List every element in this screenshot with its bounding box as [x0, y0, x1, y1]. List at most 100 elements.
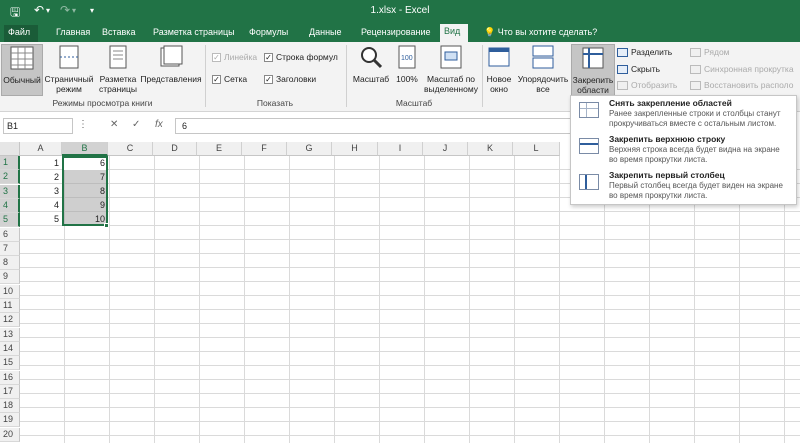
- normal-view-icon: [10, 46, 34, 70]
- row-header-16[interactable]: 16: [0, 370, 20, 385]
- split-icon: [617, 47, 628, 57]
- tab-file[interactable]: Файл: [4, 25, 38, 42]
- cell-b2[interactable]: 7: [62, 170, 108, 184]
- unfreeze-title: Снять закрепление областей: [609, 98, 732, 108]
- gridlines-checkbox[interactable]: ✓ Сетка: [212, 74, 247, 84]
- tab-home[interactable]: Главная: [52, 25, 94, 42]
- tab-view[interactable]: Вид: [440, 24, 468, 42]
- column-header-e[interactable]: E: [197, 142, 242, 156]
- cell-a2[interactable]: 2: [20, 170, 62, 184]
- row-header-2[interactable]: 2: [0, 170, 20, 185]
- svg-text:100: 100: [401, 55, 413, 62]
- unfreeze-panes-item[interactable]: Снять закрепление областей Ранее закрепл…: [571, 96, 796, 130]
- tab-review[interactable]: Рецензирование: [357, 25, 435, 42]
- headings-checkbox[interactable]: ✓ Заголовки: [264, 74, 316, 84]
- reset-position-icon: [690, 80, 701, 90]
- row-header-12[interactable]: 12: [0, 313, 20, 328]
- cell-b1[interactable]: 6: [62, 156, 108, 170]
- row-header-6[interactable]: 6: [0, 227, 20, 242]
- fx-icon[interactable]: fx: [155, 119, 163, 130]
- name-box[interactable]: B1: [3, 118, 73, 134]
- column-header-b[interactable]: B: [62, 142, 108, 156]
- tab-insert[interactable]: Вставка: [98, 25, 139, 42]
- cell-b4[interactable]: 9: [62, 198, 108, 212]
- tab-data[interactable]: Данные: [305, 25, 346, 42]
- row-header-17[interactable]: 17: [0, 384, 20, 399]
- normal-view-button[interactable]: Обычный: [1, 44, 43, 96]
- formula-bar-checkbox[interactable]: ✓ Строка формул: [264, 52, 338, 62]
- freeze-panes-button[interactable]: Закрепить области ▾: [571, 44, 615, 105]
- freeze-top-row-item[interactable]: Закрепить верхнюю строку Верхняя строка …: [571, 132, 796, 166]
- side-by-side-label: Рядом: [704, 47, 730, 57]
- column-header-i[interactable]: I: [378, 142, 423, 156]
- tell-me-search[interactable]: 💡 Что вы хотите сделать?: [480, 25, 601, 42]
- cancel-icon[interactable]: ✕: [110, 119, 118, 130]
- column-header-h[interactable]: H: [332, 142, 378, 156]
- row-header-20[interactable]: 20: [0, 427, 20, 442]
- row-header-3[interactable]: 3: [0, 184, 20, 199]
- column-header-l[interactable]: L: [513, 142, 560, 156]
- unfreeze-desc: Ранее закрепленные строки и столбцы стан…: [609, 109, 781, 128]
- ruler-checkbox[interactable]: ✓ Линейка: [212, 52, 257, 62]
- arrange-all-button[interactable]: Упорядочить все: [516, 44, 570, 94]
- row-header-13[interactable]: 13: [0, 327, 20, 342]
- zoom-100-button[interactable]: 100 100%: [394, 44, 420, 84]
- cell-a1[interactable]: 1: [20, 156, 62, 170]
- tab-formulas[interactable]: Формулы: [245, 25, 292, 42]
- row-header-8[interactable]: 8: [0, 256, 20, 271]
- reset-position-label: Восстановить располо: [704, 80, 794, 90]
- gridlines-label: Сетка: [224, 74, 248, 84]
- column-header-a[interactable]: A: [20, 142, 62, 156]
- freeze-panes-icon: [582, 47, 604, 69]
- column-header-c[interactable]: C: [108, 142, 153, 156]
- row-header-5[interactable]: 5: [0, 213, 20, 228]
- column-header-k[interactable]: K: [468, 142, 513, 156]
- new-window-button[interactable]: Новое окно: [484, 44, 514, 94]
- side-by-side-icon: [690, 47, 701, 57]
- row-header-4[interactable]: 4: [0, 198, 20, 213]
- select-all-corner[interactable]: [0, 142, 20, 156]
- custom-views-button[interactable]: Представления: [140, 44, 202, 84]
- row-header-15[interactable]: 15: [0, 356, 20, 371]
- sync-scroll-icon: [690, 64, 701, 74]
- row-header-9[interactable]: 9: [0, 270, 20, 285]
- column-header-j[interactable]: J: [423, 142, 468, 156]
- column-header-d[interactable]: D: [153, 142, 197, 156]
- cell-b5[interactable]: 10: [62, 212, 108, 226]
- sync-scroll-button[interactable]: Синхронная прокрутка: [690, 64, 794, 74]
- cell-a5[interactable]: 5: [20, 212, 62, 226]
- reset-position-button[interactable]: Восстановить располо: [690, 80, 793, 90]
- side-by-side-button[interactable]: Рядом: [690, 47, 730, 57]
- split-button[interactable]: Разделить: [617, 47, 672, 57]
- row-header-7[interactable]: 7: [0, 241, 20, 256]
- cell-b3[interactable]: 8: [62, 184, 108, 198]
- row-header-10[interactable]: 10: [0, 284, 20, 299]
- freeze-panes-label: Закрепить области: [572, 75, 614, 95]
- freeze-first-column-item[interactable]: Закрепить первый столбец Первый столбец …: [571, 168, 796, 202]
- unhide-button[interactable]: Отобразить: [617, 80, 677, 90]
- row-header-11[interactable]: 11: [0, 299, 20, 313]
- row-header-18[interactable]: 18: [0, 399, 20, 414]
- column-header-f[interactable]: F: [242, 142, 287, 156]
- enter-icon[interactable]: ✓: [132, 119, 140, 130]
- page-layout-view-button[interactable]: Разметка страницы: [96, 44, 140, 94]
- cell-a3[interactable]: 3: [20, 184, 62, 198]
- page-break-view-button[interactable]: Страничный режим: [44, 44, 94, 94]
- column-header-g[interactable]: G: [287, 142, 332, 156]
- hide-button[interactable]: Скрыть: [617, 64, 660, 74]
- ruler-label: Линейка: [224, 52, 258, 62]
- tab-page-layout[interactable]: Разметка страницы: [149, 25, 239, 42]
- freeze-first-column-desc: Первый столбец всегда будет виден на экр…: [609, 181, 783, 200]
- freeze-top-row-icon: [579, 138, 599, 154]
- checkbox-icon: ✓: [264, 52, 273, 62]
- row-header-19[interactable]: 19: [0, 413, 20, 428]
- zoom-button[interactable]: Масштаб: [350, 44, 392, 84]
- zoom-selection-icon: [440, 45, 462, 69]
- checkbox-icon: ✓: [264, 74, 273, 84]
- freeze-panes-menu: Снять закрепление областей Ранее закрепл…: [570, 95, 797, 205]
- cell-a4[interactable]: 4: [20, 198, 62, 212]
- row-header-1[interactable]: 1: [0, 156, 20, 170]
- row-header-14[interactable]: 14: [0, 341, 20, 356]
- unhide-icon: [617, 80, 628, 90]
- zoom-to-selection-button[interactable]: Масштаб по выделенному: [422, 44, 480, 94]
